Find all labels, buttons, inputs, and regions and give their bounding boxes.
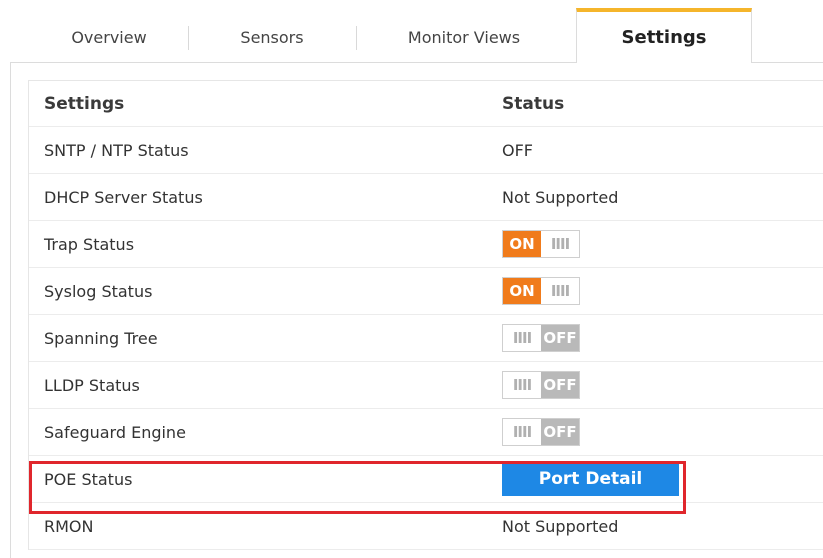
toggle-grip-icon: IIII: [512, 423, 532, 441]
tab-settings[interactable]: Settings: [576, 8, 752, 63]
lldp-status-toggle[interactable]: IIII OFF: [502, 371, 580, 399]
toggle-off-label: OFF: [541, 325, 579, 351]
status-value: OFF: [502, 140, 533, 160]
settings-table: Settings Status SNTP / NTP Status OFF DH…: [28, 80, 823, 550]
toggle-grip-icon: IIII: [512, 376, 532, 394]
safeguard-engine-toggle[interactable]: IIII OFF: [502, 418, 580, 446]
table-header-row: Settings Status: [29, 81, 823, 127]
toggle-on-label: ON: [503, 231, 541, 257]
table-row: Spanning Tree IIII OFF: [29, 315, 823, 362]
table-row: POE Status Port Detail: [29, 456, 823, 503]
toggle-on-label: ON: [503, 278, 541, 304]
table-row: DHCP Server Status Not Supported: [29, 174, 823, 221]
column-header-status: Status: [502, 93, 565, 114]
setting-label: Safeguard Engine: [44, 422, 186, 442]
setting-label: SNTP / NTP Status: [44, 140, 189, 160]
settings-page: Overview Sensors Monitor Views Settings …: [0, 0, 823, 558]
table-row: LLDP Status IIII OFF: [29, 362, 823, 409]
table-row: RMON Not Supported: [29, 503, 823, 550]
setting-label: Trap Status: [44, 234, 135, 254]
tab-monitor-views[interactable]: Monitor Views: [357, 14, 571, 60]
setting-label: RMON: [44, 516, 94, 536]
toggle-grip-icon: IIII: [550, 282, 570, 300]
tab-sensors[interactable]: Sensors: [189, 14, 355, 60]
table-row: Safeguard Engine IIII OFF: [29, 409, 823, 456]
syslog-status-toggle[interactable]: ON IIII: [502, 277, 580, 305]
table-row: Syslog Status ON IIII: [29, 268, 823, 315]
toggle-off-label: OFF: [541, 372, 579, 398]
column-header-settings: Settings: [44, 93, 125, 114]
status-value: Not Supported: [502, 187, 619, 207]
port-detail-button[interactable]: Port Detail: [502, 462, 679, 496]
spanning-tree-toggle[interactable]: IIII OFF: [502, 324, 580, 352]
table-row: Trap Status ON IIII: [29, 221, 823, 268]
setting-label: Spanning Tree: [44, 328, 158, 348]
setting-label: Syslog Status: [44, 281, 153, 301]
tab-bar: Overview Sensors Monitor Views Settings: [0, 0, 823, 64]
setting-label: LLDP Status: [44, 375, 140, 395]
setting-label: DHCP Server Status: [44, 187, 203, 207]
status-value: Not Supported: [502, 516, 619, 536]
setting-label: POE Status: [44, 469, 133, 489]
table-row: SNTP / NTP Status OFF: [29, 127, 823, 174]
tab-overview[interactable]: Overview: [30, 14, 188, 60]
toggle-grip-icon: IIII: [550, 235, 570, 253]
toggle-off-label: OFF: [541, 419, 579, 445]
trap-status-toggle[interactable]: ON IIII: [502, 230, 580, 258]
toggle-grip-icon: IIII: [512, 329, 532, 347]
